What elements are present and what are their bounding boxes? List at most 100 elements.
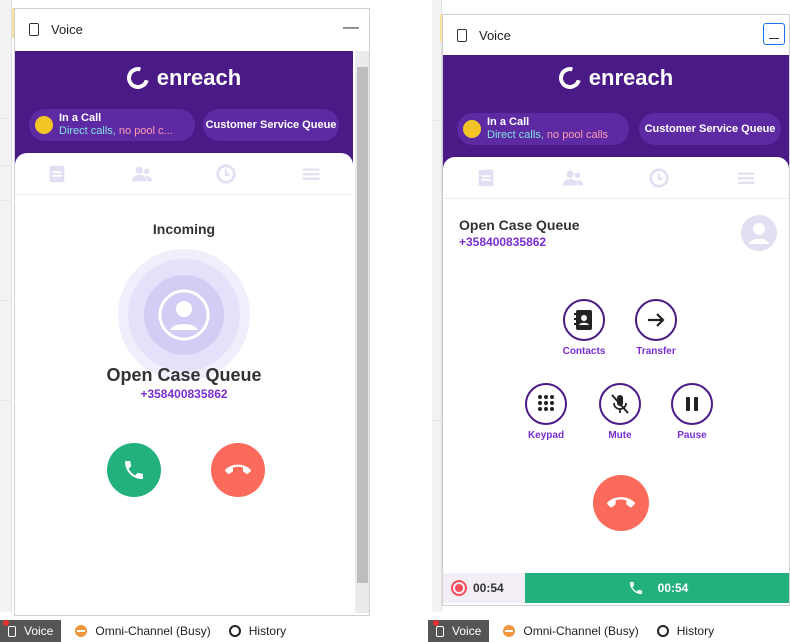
mute-label: Mute [608, 430, 632, 441]
voice-label: Voice [24, 624, 54, 638]
divider [0, 400, 12, 401]
record-icon [451, 580, 467, 596]
utility-history-tab[interactable]: History [228, 624, 287, 638]
enreach-logo-icon [554, 62, 585, 94]
brand-name: enreach [588, 65, 674, 90]
status-pill[interactable]: In a Call Direct calls, no pool c... [29, 109, 195, 141]
mute-button[interactable] [599, 383, 641, 425]
phone-icon [629, 582, 642, 594]
tab-contacts-icon[interactable] [560, 167, 586, 189]
enreach-logo: enreach [15, 62, 353, 94]
phone-device-icon [8, 625, 16, 637]
hangup-icon [225, 464, 251, 475]
utility-bar-left: Voice Omni-Channel (Busy) History [0, 620, 420, 642]
voice-label: Voice [452, 624, 482, 638]
recording-timer: 00:54 [473, 581, 504, 595]
keypad-button[interactable] [525, 383, 567, 425]
tab-contacts-icon[interactable] [129, 163, 155, 185]
status-pool-calls: no pool calls [543, 129, 609, 141]
pause-icon [686, 397, 698, 411]
omni-label: Omni-Channel (Busy) [523, 624, 639, 638]
utility-history-tab[interactable]: History [656, 624, 714, 638]
contact-name: Open Case Queue [106, 365, 262, 385]
status-subtitle: Direct calls, no pool c... [59, 125, 191, 137]
queue-pill[interactable]: Customer Service Queue [639, 113, 781, 145]
main-card: Incoming Open Case Queue +358400835862 [15, 153, 353, 613]
contact-avatar-icon [741, 215, 777, 251]
transfer-control[interactable]: Transfer [629, 299, 683, 357]
pause-control[interactable]: Pause [665, 383, 719, 441]
utility-omni-tab[interactable]: Omni-Channel (Busy) [503, 624, 639, 638]
status-title: In a Call [59, 112, 102, 124]
tab-calendar-icon[interactable] [44, 163, 70, 185]
utility-voice-tab[interactable]: Voice [0, 620, 62, 642]
phone-device-icon [29, 22, 39, 36]
mic-off-icon [611, 394, 629, 414]
recording-indicator[interactable]: 00:54 [443, 573, 525, 603]
status-direct-calls: Direct calls, [487, 129, 544, 141]
tab-history-icon[interactable] [646, 167, 672, 189]
pause-label: Pause [677, 430, 707, 441]
tab-calendar-icon[interactable] [473, 167, 499, 189]
contacts-button[interactable] [563, 299, 605, 341]
call-state-heading: Incoming [152, 221, 216, 237]
status-title: In a Call [487, 116, 530, 128]
history-label: History [248, 624, 287, 638]
status-dot-icon [463, 120, 481, 138]
tab-menu-icon[interactable] [733, 167, 759, 189]
transfer-label: Transfer [636, 346, 676, 357]
minimize-button[interactable] [763, 23, 785, 45]
voice-window-incoming: Voice — enreach In a Call Direct calls, … [14, 8, 370, 616]
keypad-control[interactable]: Keypad [519, 383, 573, 441]
divider [0, 300, 12, 301]
phone-device-icon [457, 28, 467, 42]
decline-call-button[interactable] [211, 443, 265, 497]
enreach-logo: enreach [443, 62, 789, 94]
status-pill[interactable]: In a Call Direct calls, no pool calls [457, 113, 629, 145]
tab-menu-icon[interactable] [298, 163, 324, 185]
phone-device-icon [436, 625, 444, 637]
keypad-label: Keypad [527, 430, 565, 441]
minimize-button[interactable]: — [343, 19, 359, 37]
contact-number: +358400835862 [459, 235, 547, 249]
divider [432, 420, 442, 421]
history-icon [228, 625, 241, 637]
contacts-label: Contacts [562, 346, 606, 357]
utility-omni-tab[interactable]: Omni-Channel (Busy) [75, 624, 211, 638]
brand-name: enreach [156, 65, 242, 90]
answer-call-button[interactable] [107, 443, 161, 497]
voice-window-active-call: Voice enreach In a Call Direct calls, no… [442, 14, 790, 606]
history-icon [656, 625, 669, 637]
status-direct-calls: Direct calls, [59, 125, 116, 137]
contacts-control[interactable]: Contacts [557, 299, 611, 357]
window-titlebar: Voice [443, 15, 789, 55]
tab-history-icon[interactable] [213, 163, 239, 185]
mute-control[interactable]: Mute [593, 383, 647, 441]
queue-pill[interactable]: Customer Service Queue [203, 109, 339, 141]
hangup-button[interactable] [593, 475, 649, 531]
divider [0, 165, 12, 166]
pause-button[interactable] [671, 383, 713, 425]
contact-name: Open Case Queue [459, 217, 580, 233]
contacts-icon [574, 310, 592, 330]
omni-busy-icon [75, 625, 88, 637]
window-title: Voice [479, 27, 511, 43]
arrow-right-icon [648, 313, 665, 327]
divider [0, 200, 12, 201]
screen: Voice — enreach In a Call Direct calls, … [0, 0, 790, 642]
nav-tabs [443, 157, 789, 199]
notification-dot [433, 620, 439, 626]
divider [432, 120, 442, 121]
transfer-button[interactable] [635, 299, 677, 341]
background-page-right [432, 0, 442, 612]
scrollbar-thumb[interactable] [357, 67, 368, 583]
active-call-bar[interactable]: 00:54 [525, 573, 789, 603]
window-title: Voice [51, 21, 83, 37]
keypad-icon [538, 395, 554, 411]
scrollbar[interactable] [355, 51, 369, 613]
nav-tabs [15, 153, 353, 195]
omni-busy-icon [503, 625, 516, 637]
call-timer: 00:54 [657, 581, 689, 595]
status-subtitle: Direct calls, no pool calls [487, 129, 627, 141]
contact-avatar-icon [144, 275, 224, 355]
